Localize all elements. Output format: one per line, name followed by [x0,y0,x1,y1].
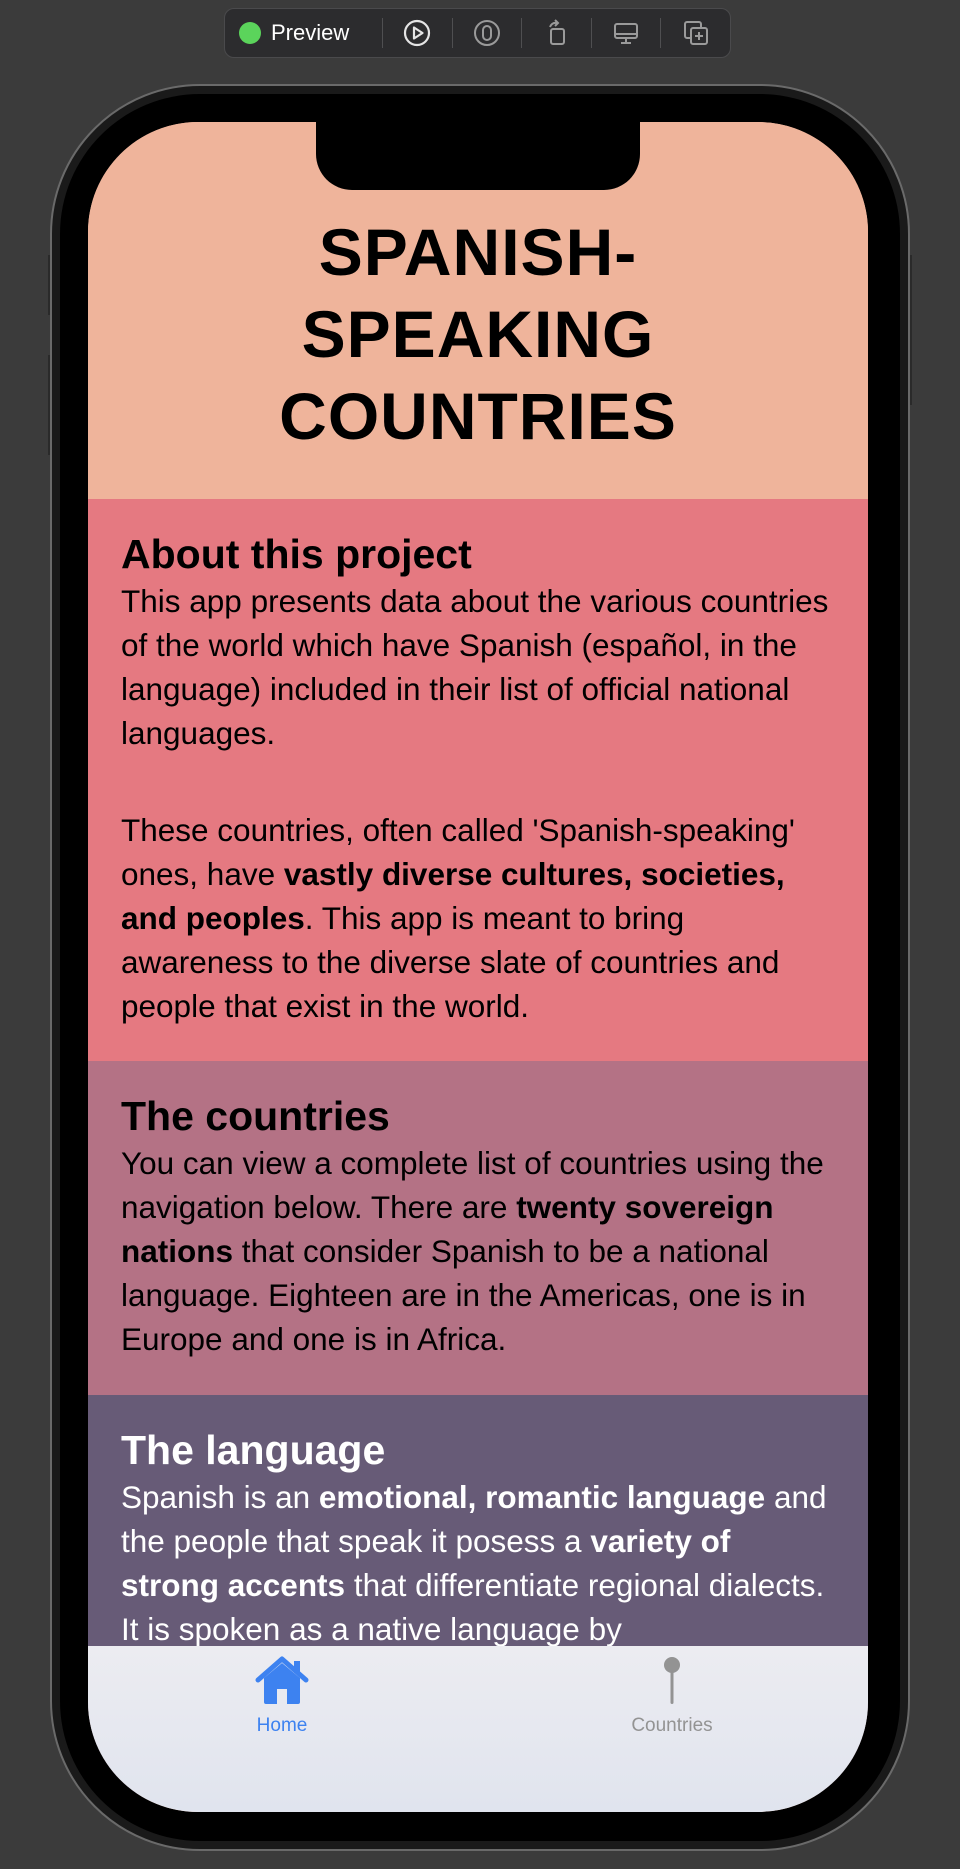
about-paragraph-1: This app presents data about the various… [121,583,829,751]
preview-label: Preview [271,20,350,45]
tab-countries-label: Countries [631,1715,713,1736]
preview-toolbar: Preview [224,8,731,58]
select-icon [473,20,500,46]
notch [316,122,640,190]
rotate-icon [548,19,565,45]
live-preview-button[interactable] [383,9,452,57]
status-dot-icon [239,22,261,44]
selectable-mode-button[interactable] [453,9,522,57]
house-icon [255,1656,309,1704]
tab-countries[interactable]: Countries [572,1656,772,1737]
countries-paragraph: You can view a complete list of countrie… [121,1145,824,1357]
language-heading: The language [121,1427,386,1473]
preview-status[interactable]: Preview [225,9,382,57]
about-heading: About this project [121,531,472,577]
page-title: SPANISH-SPEAKING COUNTRIES [279,215,677,453]
about-paragraph-2: These countries, often called 'Spanish-s… [121,812,795,1024]
tab-home[interactable]: Home [182,1656,382,1737]
countries-heading: The countries [121,1093,390,1139]
about-section: About this project This app presents dat… [88,499,868,1061]
countries-section: The countries You can view a complete li… [88,1061,868,1395]
phone-screen: SPANISH-SPEAKING COUNTRIES About this pr… [88,122,868,1812]
duplicate-icon [683,21,708,45]
rotate-device-button[interactable] [522,9,591,57]
device-icon [614,23,639,44]
tab-home-label: Home [256,1715,308,1736]
language-paragraph: Spanish is an emotional, romantic langua… [121,1479,827,1647]
duplicate-preview-button[interactable] [661,9,730,57]
pin-icon [664,1657,680,1704]
emphasis-text: emotional, romantic language [318,1479,766,1515]
play-icon [404,19,431,47]
tab-bar: Home Countries [88,1646,868,1812]
device-settings-button[interactable] [592,9,661,57]
